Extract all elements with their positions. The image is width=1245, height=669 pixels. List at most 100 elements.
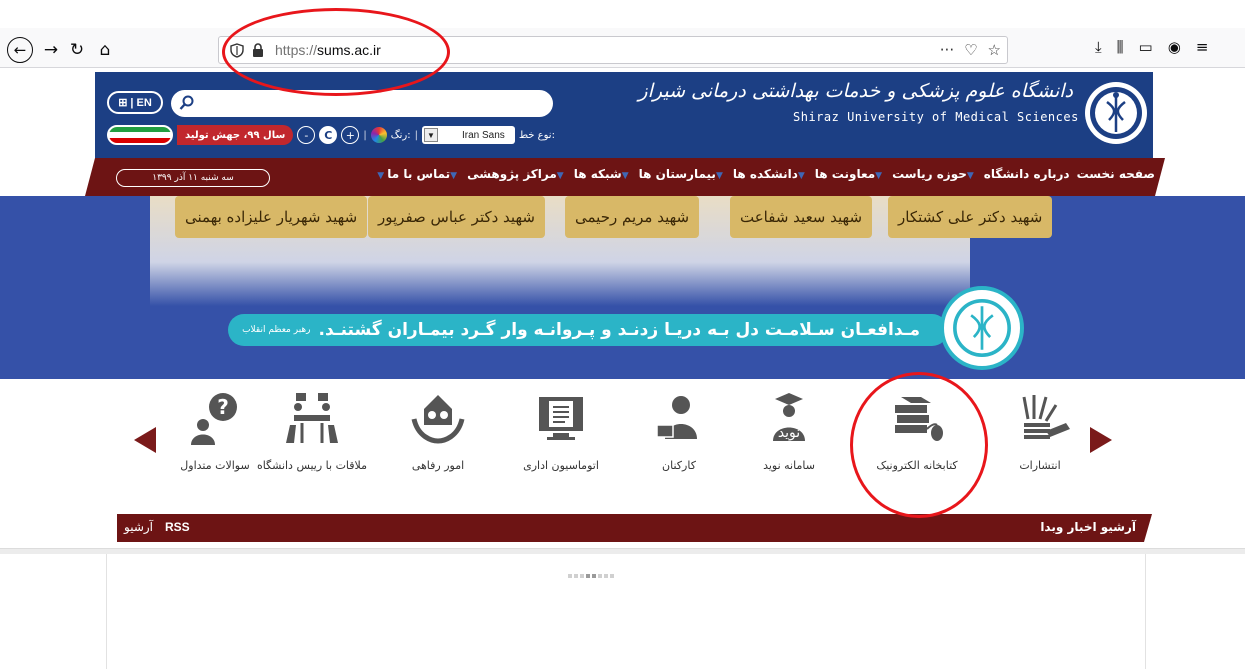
svg-text:?: ? <box>217 395 229 419</box>
university-emblem-icon[interactable] <box>1083 80 1149 146</box>
slogan-source: رهبر معظم انقلاب <box>242 325 311 335</box>
menu-item-networks[interactable]: ▼شبکه ها <box>574 167 632 181</box>
news-archive-link[interactable]: آرشیو <box>124 520 153 534</box>
lang-label: EN <box>136 96 152 109</box>
url-text[interactable]: https://sums.ac.ir <box>275 42 381 58</box>
sidebar-icon[interactable]: ▭ <box>1139 38 1153 56</box>
quick-link-publications[interactable]: انتشارات <box>985 389 1095 472</box>
staff-icon <box>656 396 697 439</box>
martyr-name: شهید مریم رحیمی <box>565 196 700 238</box>
martyr-name: شهید شهریار علیزاده بهمنی <box>175 196 368 238</box>
meeting-chancellor-icon <box>286 393 338 443</box>
forward-icon[interactable]: → <box>38 37 64 63</box>
menu-item-hospitals[interactable]: ▼بیمارستان ها <box>639 167 726 181</box>
university-logotype[interactable]: دانشگاه علوم پزشکی و خدمات بهداشتی درمان… <box>638 80 1078 124</box>
font-select[interactable]: ▼ Iran Sans <box>422 126 515 144</box>
menu-item-contact[interactable]: ▼تماس با ما▼ <box>377 167 460 181</box>
font-type-label: نوع خط: <box>518 129 555 141</box>
menu-item-presidency[interactable]: ▼حوزه ریاست <box>892 167 977 181</box>
address-bar[interactable]: https://sums.ac.ir ··· ♡ ☆ <box>218 36 1008 64</box>
color-wheel-icon[interactable] <box>370 127 387 143</box>
site-header: ⊞ | EN سال ۹۹، جهش تولید - C + | رنگ: | … <box>95 72 1153 158</box>
account-icon[interactable]: ◉ <box>1168 38 1181 56</box>
chevron-down-icon: ▼ <box>556 171 564 181</box>
menu-icon[interactable]: ≡ <box>1196 38 1209 56</box>
lock-icon[interactable] <box>252 43 264 58</box>
font-decrease-button[interactable]: - <box>297 126 316 144</box>
carousel-prev-icon[interactable] <box>134 427 156 453</box>
bookmark-star-icon[interactable]: ☆ <box>988 41 1001 59</box>
library-icon[interactable]: ⫼ <box>1117 38 1124 56</box>
main-menu: سه شنبه ۱۱ آذر ۱۳۹۹ صفحه نخست درباره دان… <box>85 158 1165 196</box>
quick-links: انتشارات کتابخانه الکترونیک نوید سامانه … <box>0 379 1245 499</box>
menu-item-label: بیمارستان ها <box>638 167 716 181</box>
quick-link-faq[interactable]: ? سوالات متداول <box>160 389 270 472</box>
menu-item-label: معاونت ها <box>814 167 876 181</box>
separator: | <box>414 129 418 141</box>
quick-link-welfare[interactable]: امور رفاهی <box>383 389 493 472</box>
menu-item-home[interactable]: صفحه نخست <box>1077 167 1155 181</box>
hero-banner[interactable]: شهید شهریار علیزاده بهمنی شهید دکتر عباس… <box>0 196 1245 379</box>
color-label: رنگ: <box>390 129 411 141</box>
search-input[interactable] <box>171 90 553 117</box>
menu-item-faculties[interactable]: ▼دانشکده ها <box>733 167 808 181</box>
welfare-icon <box>411 395 465 444</box>
search-icon[interactable] <box>179 95 195 111</box>
tracking-protection-icon[interactable] <box>230 43 244 58</box>
chevron-down-icon: ▼ <box>966 171 974 181</box>
quick-link-staff[interactable]: کارکنان <box>624 389 734 472</box>
chevron-down-icon: ▼ <box>875 171 883 181</box>
date-badge: سه شنبه ۱۱ آذر ۱۳۹۹ <box>116 169 270 187</box>
quick-link-meeting-chancellor[interactable]: ملاقات با رییس دانشگاه <box>257 389 367 472</box>
chevron-down-icon: ▼ <box>715 171 723 181</box>
home-icon[interactable]: ⌂ <box>92 37 118 63</box>
quick-link-label: کتابخانه الکترونیک <box>876 459 958 472</box>
banner-emblem-icon <box>940 286 1024 370</box>
quick-link-navid[interactable]: نوید سامانه نوید <box>734 389 844 472</box>
chevron-down-icon: ▼ <box>450 171 458 181</box>
lang-sep: | <box>130 96 134 109</box>
reload-icon[interactable]: ↻ <box>64 37 90 63</box>
year-slogan-badge[interactable]: سال ۹۹، جهش تولید <box>177 125 294 145</box>
news-header-bar: آرشیو اخبار وبدا آرشیو RSS <box>117 514 1152 542</box>
contrast-button[interactable]: C <box>319 126 338 144</box>
quick-link-label: انتشارات <box>1019 459 1061 472</box>
martyr-name: شهید سعید شفاعت <box>730 196 873 238</box>
quick-link-label: کارکنان <box>662 459 696 472</box>
quick-link-office-automation[interactable]: اتوماسیون اداری <box>506 389 616 472</box>
menu-item-about[interactable]: درباره دانشگاه <box>984 167 1070 181</box>
browser-window: ← → ↻ ⌂ https://sums.ac.ir ··· ♡ ☆ ⤓ ⫼ ▭… <box>0 0 1245 669</box>
martyr-name: شهید دکتر علی کشتکار <box>888 196 1053 238</box>
download-icon[interactable]: ⤓ <box>1095 38 1102 56</box>
menu-item-label: تماس با ما <box>387 167 451 181</box>
slogan-text: مـدافعـان سـلامـت دل بـه دریـا زدنـد و پ… <box>318 320 920 340</box>
font-increase-button[interactable]: + <box>341 126 360 144</box>
quick-link-e-library[interactable]: کتابخانه الکترونیک <box>862 389 972 472</box>
logo-persian: دانشگاه علوم پزشکی و خدمات بهداشتی درمان… <box>638 80 1073 102</box>
menu-item-label: درباره دانشگاه <box>983 167 1070 181</box>
navid-system-icon: نوید <box>773 393 805 441</box>
e-library-icon <box>895 397 943 441</box>
quick-link-label: ملاقات با رییس دانشگاه <box>256 459 367 472</box>
publications-icon <box>1022 395 1070 439</box>
news-archive-title[interactable]: آرشیو اخبار وبدا <box>1040 520 1136 534</box>
back-icon[interactable]: ← <box>7 37 33 63</box>
accessibility-tools: سال ۹۹، جهش تولید - C + | رنگ: | ▼ Iran … <box>107 123 555 147</box>
svg-text:نوید: نوید <box>778 425 800 441</box>
language-switch[interactable]: ⊞ | EN <box>107 91 163 114</box>
chevron-down-icon: ▼ <box>621 171 629 181</box>
menu-item-label: دانشکده ها <box>732 167 798 181</box>
separator: | <box>363 129 367 141</box>
pocket-icon[interactable]: ♡ <box>964 41 977 59</box>
martyr-name: شهید دکتر عباس صفرپور <box>368 196 545 238</box>
banner-slogan: مـدافعـان سـلامـت دل بـه دریـا زدنـد و پ… <box>228 314 948 346</box>
quick-link-label: سامانه نوید <box>763 459 815 472</box>
page-actions-menu-icon[interactable]: ··· <box>940 41 954 59</box>
chevron-down-icon[interactable]: ▼ <box>424 128 438 142</box>
faq-icon: ? <box>191 393 237 445</box>
menu-items: صفحه نخست درباره دانشگاه ▼حوزه ریاست ▼مع… <box>377 167 1155 181</box>
menu-item-deputies[interactable]: ▼معاونت ها <box>815 167 885 181</box>
menu-item-research[interactable]: ▼مراکز پژوهشی <box>467 167 567 181</box>
rss-link[interactable]: RSS <box>165 520 190 534</box>
quick-link-label: اتوماسیون اداری <box>523 459 599 472</box>
